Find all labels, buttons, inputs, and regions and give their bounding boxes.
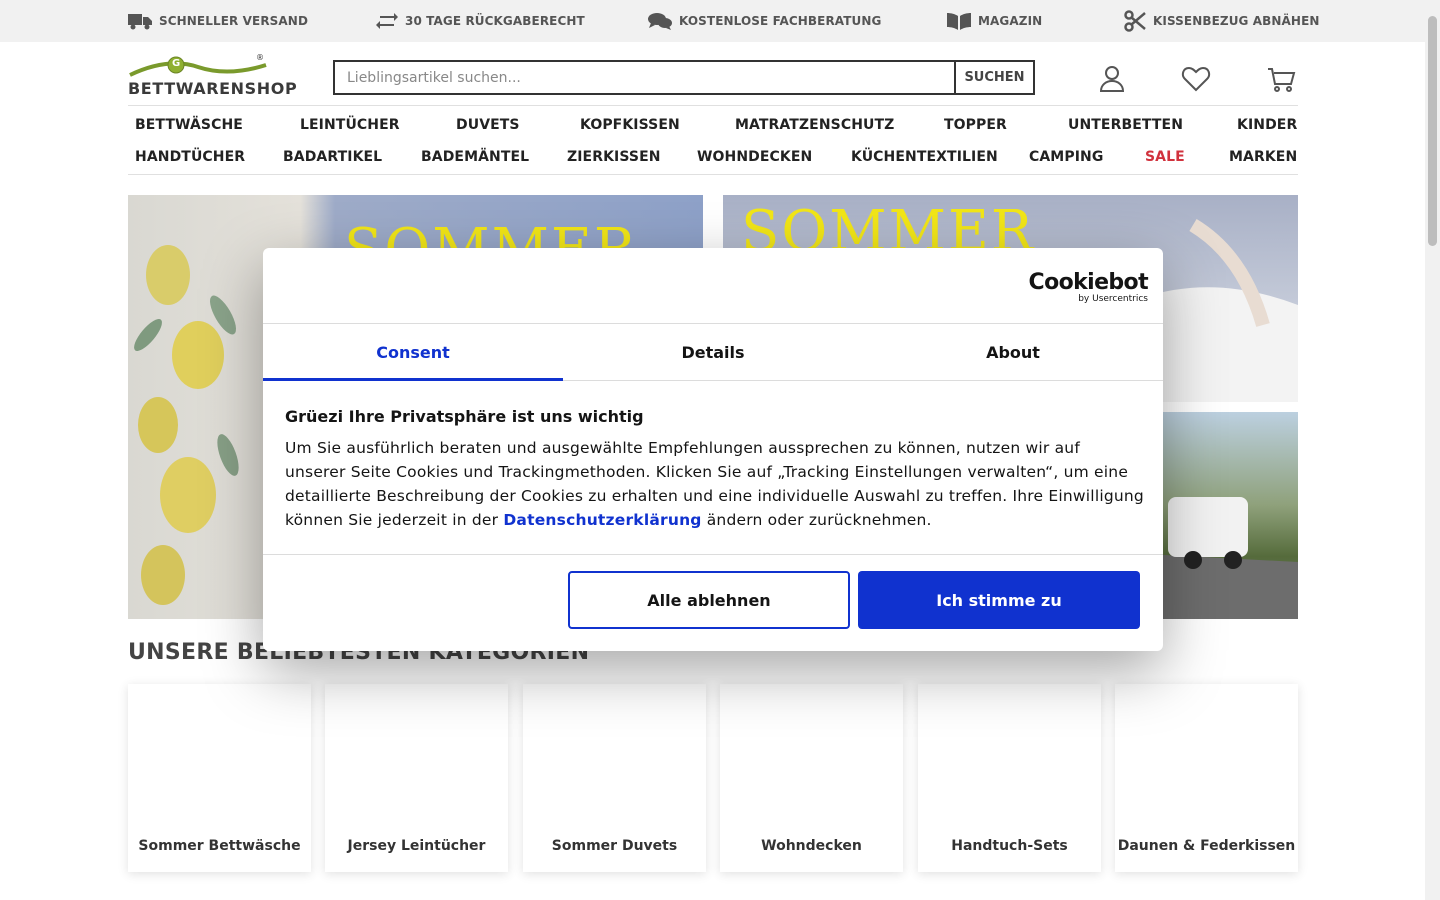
cookie-tabs: Consent Details About: [263, 323, 1163, 381]
cookiebot-logo: Cookiebot by Usercentrics: [1029, 270, 1149, 304]
privacy-policy-link[interactable]: Datenschutzerklärung: [503, 511, 701, 529]
tab-consent[interactable]: Consent: [263, 324, 563, 381]
cookie-divider: [263, 554, 1163, 555]
accept-button[interactable]: Ich stimme zu: [858, 571, 1140, 629]
tab-about[interactable]: About: [863, 324, 1163, 380]
cookie-body-text: Um Sie ausführlich beraten und ausgewähl…: [285, 436, 1145, 532]
cookie-heading: Grüezi Ihre Privatsphäre ist uns wichtig: [285, 407, 644, 426]
cookie-consent-dialog: Cookiebot by Usercentrics Consent Detail…: [263, 248, 1163, 651]
scrollbar-thumb[interactable]: [1428, 16, 1437, 246]
page-scrollbar[interactable]: [1425, 0, 1440, 900]
cookiebot-brand: Cookiebot: [1028, 270, 1149, 295]
tab-details[interactable]: Details: [563, 324, 863, 380]
deny-all-button[interactable]: Alle ablehnen: [568, 571, 850, 629]
cookiebot-brand-sub: by Usercentrics: [1078, 294, 1148, 304]
cookie-body-after: ändern oder zurücknehmen.: [701, 511, 932, 529]
